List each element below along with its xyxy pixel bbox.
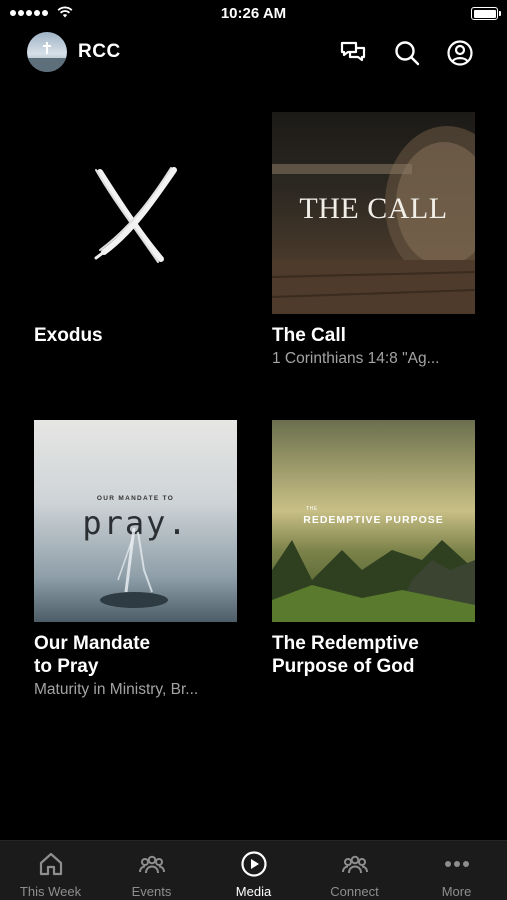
- purpose-art-small: THE: [306, 506, 318, 512]
- tab-label: More: [441, 884, 472, 899]
- status-time: 10:26 AM: [220, 5, 287, 22]
- media-title: The Redemptive Purpose of God: [272, 633, 419, 677]
- tab-label: Connect: [330, 884, 379, 899]
- app-title: RCC: [78, 41, 121, 62]
- tab-connect[interactable]: Connect: [304, 841, 405, 900]
- tab-this-week[interactable]: This Week: [0, 841, 101, 900]
- group-icon: [304, 850, 405, 878]
- play-circle-icon: [203, 850, 304, 878]
- tab-media[interactable]: Media: [203, 841, 304, 900]
- media-subtitle: Maturity in Ministry, Br...: [34, 681, 199, 698]
- tab-events[interactable]: Events: [101, 841, 202, 900]
- church-avatar[interactable]: [27, 32, 67, 72]
- more-dots-icon: [406, 850, 507, 878]
- media-card-redemptive-purpose[interactable]: THE REDEMPTIVE PURPOSE The Redemptive Pu…: [272, 420, 475, 680]
- tab-more[interactable]: More: [406, 841, 507, 900]
- tab-label: Events: [131, 884, 172, 899]
- media-card-our-mandate-to-pray[interactable]: OUR MANDATE TO pray. Our Mandate to Pray…: [34, 420, 237, 700]
- pray-artwork: OUR MANDATE TO pray.: [34, 420, 237, 622]
- tab-label: Media: [235, 884, 272, 899]
- battery-icon: [471, 7, 501, 20]
- home-icon: [0, 850, 101, 878]
- media-title: Our Mandate to Pray: [34, 633, 151, 677]
- status-bar: 10:26 AM: [0, 0, 507, 28]
- exodus-artwork: [34, 112, 237, 314]
- media-title: The Call: [272, 325, 346, 346]
- media-card-exodus[interactable]: Exodus: [34, 112, 237, 349]
- media-title: Exodus: [34, 325, 103, 346]
- redemptive-purpose-artwork: THE REDEMPTIVE PURPOSE: [272, 420, 475, 622]
- tab-label: This Week: [19, 884, 82, 899]
- purpose-art-text: REDEMPTIVE PURPOSE: [303, 514, 444, 526]
- the-call-artwork: THE CALL: [272, 112, 475, 314]
- search-icon[interactable]: [393, 39, 421, 67]
- tab-bar: This Week Events Media Connect More: [0, 840, 507, 900]
- account-icon[interactable]: [446, 39, 474, 67]
- the-call-art-text: THE CALL: [299, 192, 448, 225]
- chat-icon[interactable]: [339, 39, 367, 67]
- media-subtitle: 1 Corinthians 14:8 "Ag...: [272, 350, 440, 367]
- app-header: RCC: [0, 30, 507, 76]
- people-icon: [101, 850, 202, 878]
- media-card-the-call[interactable]: THE CALL The Call 1 Corinthians 14:8 "Ag…: [272, 112, 475, 369]
